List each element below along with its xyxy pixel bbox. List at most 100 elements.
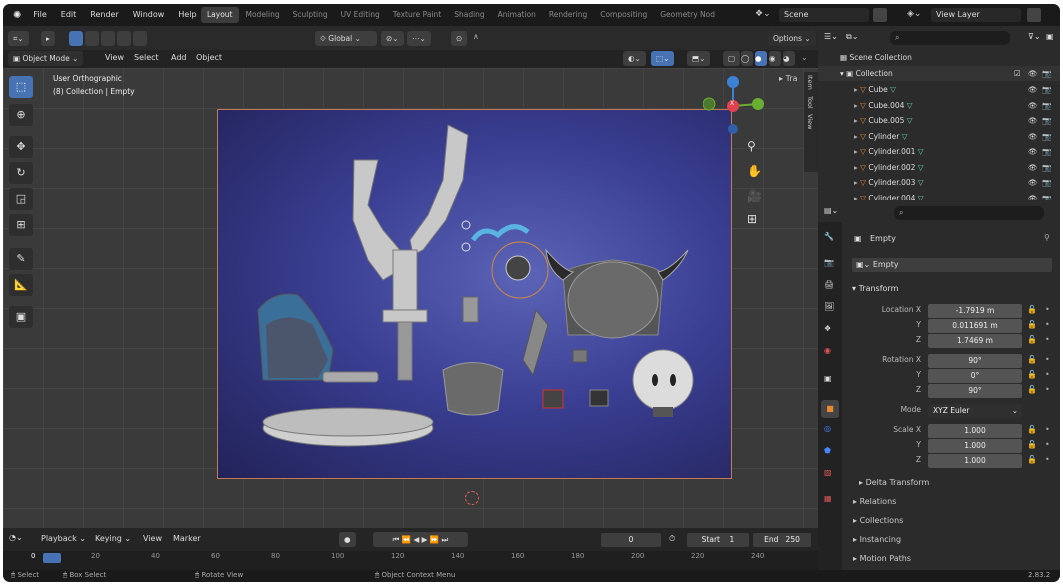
lock-icon[interactable]: 🔓 (1027, 370, 1037, 379)
tab-render-props-icon[interactable]: 📷 (824, 258, 834, 267)
rotation-y-field[interactable]: 0° (928, 369, 1022, 383)
camera-icon[interactable]: 📷 (1042, 98, 1051, 113)
transform-orientation-dropdown[interactable]: ⟐ Global ⌄ (315, 31, 377, 46)
location-x-field[interactable]: -1.7919 m (928, 304, 1022, 318)
add-cube-tool-icon[interactable]: ▣ (9, 306, 33, 328)
eye-icon[interactable]: 👁 (1028, 175, 1038, 190)
tab-item[interactable]: Item (804, 72, 816, 93)
transform-panel-collapsed[interactable]: ▸ Tra (779, 74, 797, 83)
eye-icon[interactable]: 👁 (1028, 82, 1038, 97)
view-layer-icon[interactable]: ◈⌄ (907, 9, 921, 19)
tab-uv-editing[interactable]: UV Editing (335, 7, 386, 23)
lock-icon[interactable]: 🔓 (1027, 320, 1037, 329)
scale-z-field[interactable]: 1.000 (928, 454, 1022, 468)
navigation-gizmo[interactable] (702, 74, 768, 134)
tab-geometry-nodes[interactable]: Geometry Nod (654, 7, 721, 23)
menu-edit[interactable]: Edit (55, 4, 83, 26)
visibility-icon[interactable]: ◐⌄ (623, 51, 646, 66)
camera-icon[interactable]: 📷 (1042, 144, 1051, 159)
camera-icon[interactable]: 📷 (1042, 129, 1051, 144)
menu-object[interactable]: Object (196, 53, 222, 62)
instancing-section[interactable]: ▸ Instancing (853, 535, 901, 544)
eye-icon[interactable]: 👁 (1028, 144, 1038, 159)
outliner-editor-icon[interactable]: ☰⌄ (824, 32, 838, 41)
delta-transform-section[interactable]: ▸ Delta Transform (859, 478, 929, 487)
collection-camera-icon[interactable]: 📷 (1042, 66, 1051, 81)
new-scene-icon[interactable] (873, 8, 887, 22)
eye-icon[interactable]: 👁 (1028, 98, 1038, 113)
menu-render[interactable]: Render (84, 4, 124, 26)
menu-add[interactable]: Add (171, 53, 187, 62)
shading-rendered-icon[interactable]: ◕ (783, 51, 795, 66)
keyframe-dot-icon[interactable]: • (1045, 425, 1050, 434)
camera-view-icon[interactable]: 🎥 (747, 189, 762, 203)
tab-sculpting[interactable]: Sculpting (287, 7, 334, 23)
outliner-item[interactable]: ▸ ▽ Cylinder.002 ▽ 👁 📷 (818, 160, 1060, 175)
tab-view[interactable]: View (804, 111, 816, 132)
scale-x-field[interactable]: 1.000 (928, 424, 1022, 438)
rotate-tool-icon[interactable]: ↻ (9, 162, 33, 184)
perspective-grid-icon[interactable]: ⊞ (747, 212, 757, 226)
tab-compositing[interactable]: Compositing (594, 7, 653, 23)
keyframe-dot-icon[interactable]: • (1045, 385, 1050, 394)
properties-search[interactable]: ⌕ (894, 206, 1044, 220)
shading-wire-icon[interactable]: ◯ (741, 51, 753, 66)
collections-section[interactable]: ▸ Collections (853, 516, 903, 525)
keyframe-dot-icon[interactable]: • (1045, 455, 1050, 464)
expand-icon[interactable]: ▸ (854, 163, 858, 172)
menu-window[interactable]: Window (127, 4, 171, 26)
camera-icon[interactable]: 📷 (1042, 82, 1051, 97)
pin-icon[interactable]: ⚲ (1044, 233, 1050, 242)
properties-editor-icon[interactable]: ▤⌄ (824, 206, 838, 215)
transform-tool-icon[interactable]: ⊞ (9, 214, 33, 236)
lock-icon[interactable]: 🔓 (1027, 355, 1037, 364)
tab-data-icon[interactable]: ▨ (824, 468, 832, 477)
tab-output-props-icon[interactable]: 🖨 (824, 280, 834, 289)
select-mode-intersect-icon[interactable] (133, 31, 147, 46)
mode-dropdown[interactable]: ▣ Object Mode ⌄ (8, 51, 84, 66)
rotation-z-field[interactable]: 90° (928, 384, 1022, 398)
shading-material-icon[interactable]: ◉ (769, 51, 781, 66)
outliner-search[interactable]: ⌕ (890, 31, 1010, 45)
tab-tool[interactable]: Tool (804, 93, 816, 112)
outliner-item[interactable]: ▸ ▽ Cylinder.003 ▽ 👁 📷 (818, 175, 1060, 190)
lock-icon[interactable]: 🔓 (1027, 455, 1037, 464)
transform-header[interactable]: ▾ Transform (852, 282, 1060, 296)
eye-icon[interactable]: 👁 (1028, 113, 1038, 128)
eye-icon[interactable]: 👁 (1028, 129, 1038, 144)
blender-logo-icon[interactable]: ✺ (9, 10, 25, 21)
tab-physics-icon[interactable]: ◎ (824, 424, 831, 433)
view-layer-selector[interactable]: View Layer (931, 8, 1021, 22)
outliner-item[interactable]: ▸ ▽ Cube.005 ▽ 👁 📷 (818, 113, 1060, 128)
tab-world-icon[interactable]: ◉ (824, 346, 831, 355)
display-mode-icon[interactable]: ⧉⌄ (846, 32, 858, 42)
tab-constraints-icon[interactable]: ⬟ (824, 446, 831, 455)
expand-icon[interactable]: ▸ (854, 101, 858, 110)
xray-icon[interactable]: ▢ (723, 51, 741, 66)
pivot-point-icon[interactable]: ⊘⌄ (381, 31, 404, 46)
lock-icon[interactable]: 🔓 (1027, 305, 1037, 314)
menu-help[interactable]: Help (172, 4, 202, 26)
current-frame-field[interactable]: 0 (601, 533, 661, 547)
select-box-tool-icon[interactable]: ⬚ (9, 76, 33, 98)
preview-range-icon[interactable]: ⏱ (669, 534, 675, 544)
measure-tool-icon[interactable]: 📐 (9, 274, 33, 296)
menu-select[interactable]: Select (134, 53, 159, 62)
keyframe-dot-icon[interactable]: • (1045, 355, 1050, 364)
rotation-mode-dropdown[interactable]: XYZ Euler ⌄ (928, 404, 1022, 418)
relations-section[interactable]: ▸ Relations (853, 497, 896, 506)
select-mode-extend-icon[interactable] (85, 31, 99, 46)
tab-modeling[interactable]: Modeling (240, 7, 286, 23)
scene-icon[interactable]: ❖⌄ (755, 9, 771, 19)
lock-icon[interactable]: 🔓 (1027, 425, 1037, 434)
outliner-item[interactable]: ▸ ▽ Cube.004 ▽ 👁 📷 (818, 98, 1060, 113)
zoom-icon[interactable]: ⚲ (747, 139, 756, 153)
collection-eye-icon[interactable]: 👁 (1028, 66, 1038, 81)
scale-y-field[interactable]: 1.000 (928, 439, 1022, 453)
expand-icon[interactable]: ▸ (854, 116, 858, 125)
proportional-edit-icon[interactable]: ⊙ (451, 31, 468, 46)
move-tool-icon[interactable]: ✥ (9, 136, 33, 158)
keyframe-dot-icon[interactable]: • (1045, 305, 1050, 314)
select-tool-icon[interactable]: ▸ (41, 31, 55, 46)
lock-icon[interactable]: 🔓 (1027, 335, 1037, 344)
